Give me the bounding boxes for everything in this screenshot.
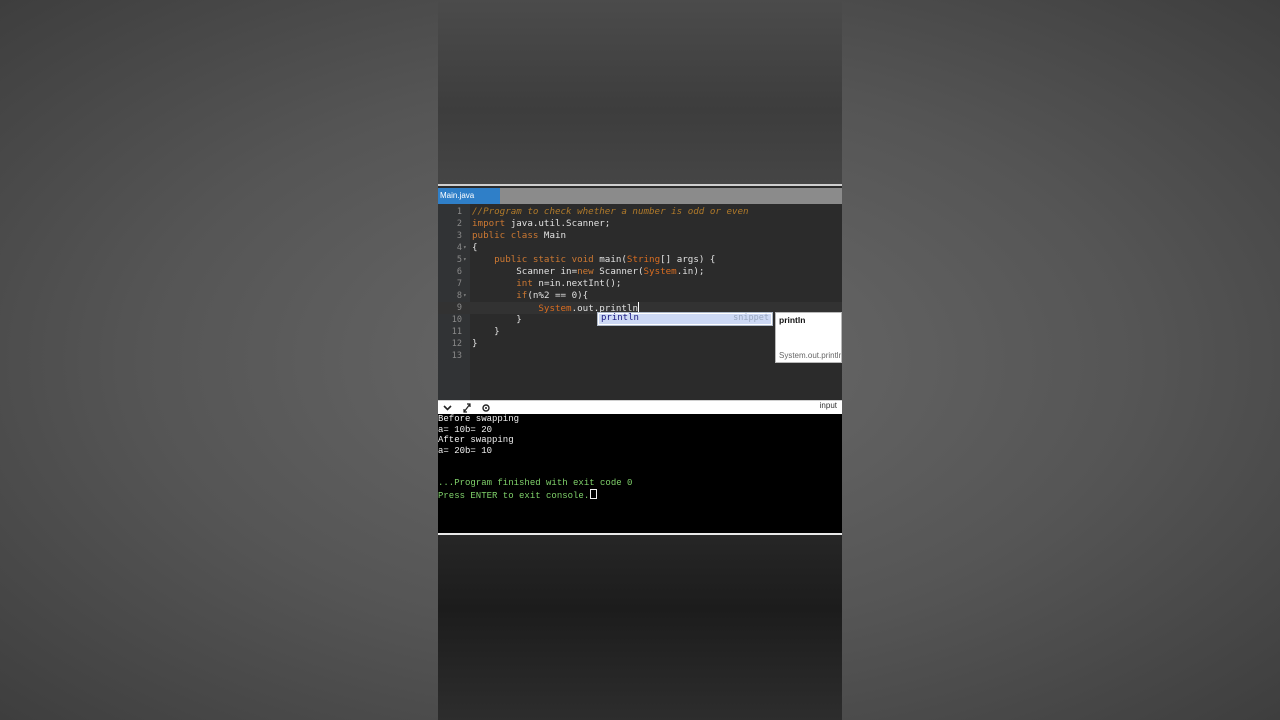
editor-tab-bar: Main.java xyxy=(438,188,842,204)
console-input-tab[interactable]: input xyxy=(820,401,837,415)
console-line: After swapping xyxy=(438,435,514,445)
blurred-bottom-area xyxy=(438,535,842,720)
expand-icon[interactable] xyxy=(462,401,472,415)
code-text: { xyxy=(472,242,478,254)
autocomplete-popup[interactable]: println snippet xyxy=(597,312,773,326)
code-text: import java.util.Scanner; xyxy=(472,218,610,230)
line-number: 5 xyxy=(456,255,462,265)
tab-main-java[interactable]: Main.java xyxy=(438,188,500,204)
text-cursor xyxy=(637,302,639,312)
code-text: } xyxy=(472,314,522,326)
code-line[interactable]: 3 public class Main xyxy=(438,230,842,242)
code-token: import xyxy=(472,218,506,229)
code-line[interactable]: 6 Scanner in=new Scanner(System.in); xyxy=(438,266,842,278)
code-text: if(n%2 == 0){ xyxy=(472,290,588,302)
code-token: [] args) { xyxy=(660,254,716,265)
line-number: 1 xyxy=(456,207,462,217)
code-text: } xyxy=(472,338,478,350)
code-token: Main xyxy=(538,230,567,241)
code-token: String xyxy=(626,254,661,265)
blurred-top-area xyxy=(438,0,842,184)
code-text: //Program to check whether a number is o… xyxy=(472,206,749,218)
autocomplete-item-println[interactable]: println xyxy=(601,313,639,323)
code-text: } xyxy=(472,326,500,338)
line-number: 12 xyxy=(451,339,462,349)
line-number: 10 xyxy=(451,315,462,325)
code-line[interactable]: 7 int n=in.nextInt(); xyxy=(438,278,842,290)
code-token: n=in.nextInt(); xyxy=(532,278,622,289)
code-editor[interactable]: Main.java 1 //Program to check whether a … xyxy=(438,184,842,400)
console-line: a= 20b= 10 xyxy=(438,446,493,456)
code-token: Scanner( xyxy=(593,266,644,277)
code-token: //Program to check whether a number is o… xyxy=(472,206,749,217)
doc-signature: System.out.println xyxy=(779,351,842,360)
code-token: (n%2 == 0){ xyxy=(527,290,589,301)
settings-icon[interactable] xyxy=(481,401,491,415)
code-line[interactable]: 2 import java.util.Scanner; xyxy=(438,218,842,230)
code-token: } xyxy=(472,314,522,325)
code-token: { xyxy=(472,242,478,253)
code-token: System xyxy=(643,266,677,277)
line-number: 8 xyxy=(456,291,462,301)
code-token: public class xyxy=(472,230,539,241)
fold-marker-icon[interactable]: ▾ xyxy=(463,242,467,254)
code-token: } xyxy=(472,338,478,349)
console-toolbar: input xyxy=(438,400,842,415)
fold-marker-icon[interactable]: ▾ xyxy=(463,290,467,302)
line-number: 3 xyxy=(456,231,462,241)
line-number: 13 xyxy=(451,351,462,361)
code-text: Scanner in=new Scanner(System.in); xyxy=(472,266,704,278)
console-cursor xyxy=(590,489,598,499)
doc-title: println xyxy=(779,315,806,325)
chevron-down-icon[interactable] xyxy=(443,401,452,415)
code-token: new xyxy=(577,266,594,277)
exit-status-line: ...Program finished with exit code 0 xyxy=(438,478,633,488)
line-number: 4 xyxy=(456,243,462,253)
console-line: Before swapping xyxy=(438,414,520,424)
code-token: .in); xyxy=(676,266,705,277)
autocomplete-doc-popup: println System.out.println xyxy=(775,312,842,363)
code-line[interactable]: 5 ▾ public static void main(String[] args… xyxy=(438,254,842,266)
code-text: public static void main(String[] args) { xyxy=(472,254,715,266)
press-enter-text: Press ENTER to exit console. xyxy=(438,491,590,501)
code-token: } xyxy=(472,326,500,337)
console-output[interactable]: Before swapping a= 10b= 20 After swappin… xyxy=(438,414,842,533)
code-token: Scanner in= xyxy=(472,266,578,277)
code-text: int n=in.nextInt(); xyxy=(472,278,621,290)
code-token: public static void xyxy=(494,254,594,265)
code-token: System xyxy=(538,303,572,314)
code-token: if xyxy=(516,290,528,301)
press-enter-line: Press ENTER to exit console. xyxy=(438,489,598,502)
code-token: main( xyxy=(593,254,627,265)
code-token: java.util.Scanner; xyxy=(505,218,611,229)
screen-recording-frame: Main.java 1 //Program to check whether a … xyxy=(438,0,842,720)
fold-marker-icon[interactable]: ▾ xyxy=(463,254,467,266)
code-line[interactable]: 8 ▾ if(n%2 == 0){ xyxy=(438,290,842,302)
line-number: 6 xyxy=(456,267,462,277)
code-token: int xyxy=(516,278,533,289)
code-line[interactable]: 4 ▾ { xyxy=(438,242,842,254)
line-number: 2 xyxy=(456,219,462,229)
code-text: public class Main xyxy=(472,230,566,242)
code-line[interactable]: 1 //Program to check whether a number is … xyxy=(438,206,842,218)
line-number: 11 xyxy=(451,327,462,337)
line-number: 7 xyxy=(456,279,462,289)
line-number: 9 xyxy=(456,303,462,313)
autocomplete-item-kind: snippet xyxy=(733,313,769,323)
